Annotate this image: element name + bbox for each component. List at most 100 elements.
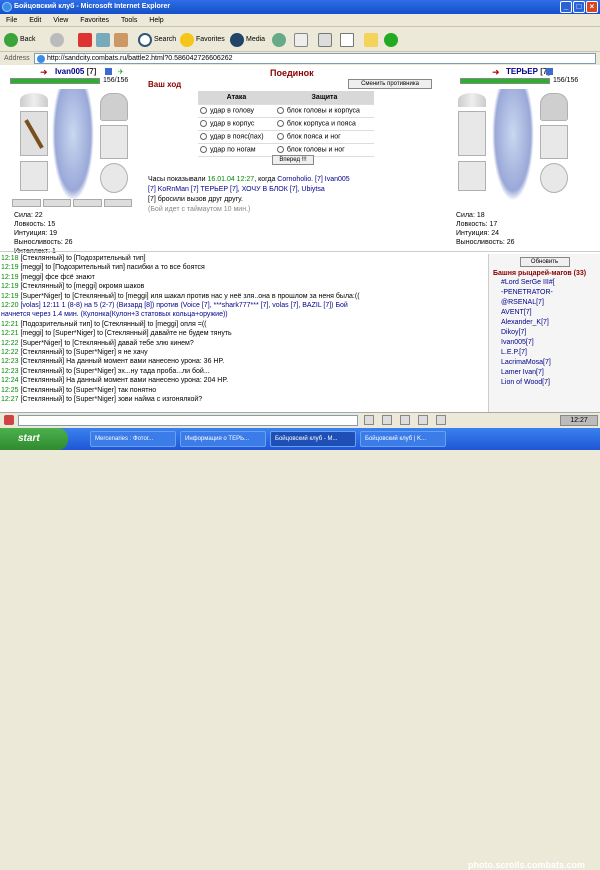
left-fighter-name[interactable]: Ivan005 [7] xyxy=(55,67,96,76)
menu-edit[interactable]: Edit xyxy=(29,17,41,24)
folder-icon xyxy=(364,33,378,47)
user-item[interactable]: Lamer Ivan[7] xyxy=(489,368,600,378)
right-avatar xyxy=(492,89,534,201)
chat-log: 12:18 [Стеклянный] to [Подозрительный ти… xyxy=(0,254,486,412)
chat-input[interactable] xyxy=(18,415,358,426)
mail-button[interactable] xyxy=(294,32,308,48)
user-item[interactable]: L.E.P.[7] xyxy=(489,348,600,358)
user-item[interactable]: Lion of Wood[7] xyxy=(489,378,600,388)
left-stats: Сила: 22 Ловкость: 15 Интуиция: 19 Вынос… xyxy=(14,212,73,255)
helmet-slot[interactable] xyxy=(540,93,568,121)
defense-option[interactable]: блок пояса и ног xyxy=(274,130,374,144)
home-button[interactable] xyxy=(114,32,128,48)
send-icon[interactable] xyxy=(364,415,374,425)
menu-file[interactable]: File xyxy=(6,17,17,24)
messenger-button[interactable] xyxy=(384,32,398,48)
right-hp-bar xyxy=(460,78,550,84)
log-line: начнется через 1.4 мин. (Кулонка(Кулон+3… xyxy=(1,311,228,319)
window-titlebar: Бойцовский клуб - Microsoft Internet Exp… xyxy=(0,0,600,14)
action-table: Атака Защита удар в голову блок головы и к… xyxy=(198,91,374,157)
defense-option[interactable]: блок корпуса и пояса xyxy=(274,117,374,131)
smile-icon[interactable] xyxy=(4,415,14,425)
back-button[interactable]: Back xyxy=(4,32,36,48)
log-line: 12:27 [Стеклянный] to [Super*Niger] зови… xyxy=(1,396,203,404)
attack-header: Атака xyxy=(198,91,275,105)
user-item[interactable]: #Lord SerGe III#[ xyxy=(489,278,600,288)
info-icon[interactable] xyxy=(546,68,553,75)
menu-favorites[interactable]: Favorites xyxy=(80,17,109,24)
user-item[interactable]: -PENETRATOR- xyxy=(489,288,600,298)
user-item[interactable]: Ivan005[7] xyxy=(489,338,600,348)
menu-view[interactable]: View xyxy=(53,17,68,24)
stop-button[interactable] xyxy=(78,32,92,48)
edit-button[interactable] xyxy=(340,32,354,48)
forward-button[interactable] xyxy=(50,32,64,48)
settings-icon[interactable] xyxy=(400,415,410,425)
close-button[interactable]: × xyxy=(586,1,598,13)
print-button[interactable] xyxy=(318,32,332,48)
clear-icon[interactable] xyxy=(382,415,392,425)
shield-slot[interactable] xyxy=(100,163,128,193)
stop-icon xyxy=(78,33,92,47)
left-avatar xyxy=(52,89,94,201)
attack-option[interactable]: удар в голову xyxy=(198,104,275,118)
refresh-button[interactable] xyxy=(96,32,110,48)
right-fighter-name[interactable]: ТЕРЬЕР [7] xyxy=(506,67,550,76)
server-clock: 12:27 xyxy=(560,415,598,426)
user-item[interactable]: LacrimaMosa[7] xyxy=(489,358,600,368)
star-icon xyxy=(180,33,194,47)
menu-help[interactable]: Help xyxy=(149,17,163,24)
user-item[interactable]: Dikoy[7] xyxy=(489,328,600,338)
defense-option[interactable]: блок головы и корпуса xyxy=(274,104,374,118)
arrow-right-icon: ➜ xyxy=(492,67,500,77)
menu-tools[interactable]: Tools xyxy=(121,17,137,24)
task-item[interactable]: Бойцовский клуб - M... xyxy=(270,431,356,447)
task-item[interactable]: Бойцовский клуб | K... xyxy=(360,431,446,447)
ie-icon xyxy=(2,2,12,12)
attack-option[interactable]: удар в корпус xyxy=(198,117,275,131)
gloves-slot[interactable] xyxy=(540,125,568,159)
weapon-slot[interactable] xyxy=(458,111,486,156)
minimize-button[interactable]: _ xyxy=(560,1,572,13)
armor-slot[interactable] xyxy=(458,161,486,191)
user-item[interactable]: Alexander_K[7] xyxy=(489,318,600,328)
start-button[interactable]: start xyxy=(0,428,68,450)
menu-bar: File Edit View Favorites Tools Help xyxy=(0,14,600,27)
back-arrow-icon xyxy=(4,33,18,47)
log-line: 12:18 [Стеклянный] to [Подозрительный ти… xyxy=(1,255,146,262)
address-input[interactable]: http://sandcity.combats.ru/battle2.html?… xyxy=(34,53,596,64)
filter-icon[interactable] xyxy=(418,415,428,425)
helmet-slot[interactable] xyxy=(100,93,128,121)
shield-slot[interactable] xyxy=(540,163,568,193)
attack-option[interactable]: удар в пояс(пах) xyxy=(198,130,275,144)
dove-icon: ✈ xyxy=(118,69,124,76)
edit-icon xyxy=(340,33,354,47)
search-button[interactable]: Search xyxy=(138,32,176,48)
defense-header: Защита xyxy=(274,91,374,105)
maximize-button[interactable]: □ xyxy=(573,1,585,13)
user-item[interactable]: @RSENAL[7] xyxy=(489,298,600,308)
sound-icon[interactable] xyxy=(436,415,446,425)
task-item[interactable]: Mercenaries : Фотог... xyxy=(90,431,176,447)
go-button[interactable]: Вперед !!! xyxy=(272,155,314,165)
folder-button[interactable] xyxy=(364,32,378,48)
attack-option[interactable]: удар по ногам xyxy=(198,143,275,157)
chat-input-bar: 12:27 xyxy=(0,412,600,428)
gloves-slot[interactable] xyxy=(100,125,128,159)
weapon-slot[interactable] xyxy=(20,111,48,156)
task-item[interactable]: Информация о ТЕРЬ... xyxy=(180,431,266,447)
history-button[interactable] xyxy=(272,32,286,48)
favorites-button[interactable]: Favorites xyxy=(180,32,225,48)
battle-title: Поединок xyxy=(270,68,314,78)
turn-indicator: Ваш ход xyxy=(148,80,182,89)
info-icon[interactable] xyxy=(105,68,112,75)
media-icon xyxy=(230,33,244,47)
armor-slot[interactable] xyxy=(20,161,48,191)
history-icon xyxy=(272,33,286,47)
user-item[interactable]: AVENT[7] xyxy=(489,308,600,318)
log-line: 12:19 [Стеклянный] to [meggi] окромя шак… xyxy=(1,283,145,291)
right-fighter-doll xyxy=(456,89,586,209)
change-opponent-button[interactable]: Сменить противника xyxy=(348,79,432,89)
refresh-list-button[interactable]: Обновить xyxy=(519,257,570,267)
media-button[interactable]: Media xyxy=(230,32,265,48)
